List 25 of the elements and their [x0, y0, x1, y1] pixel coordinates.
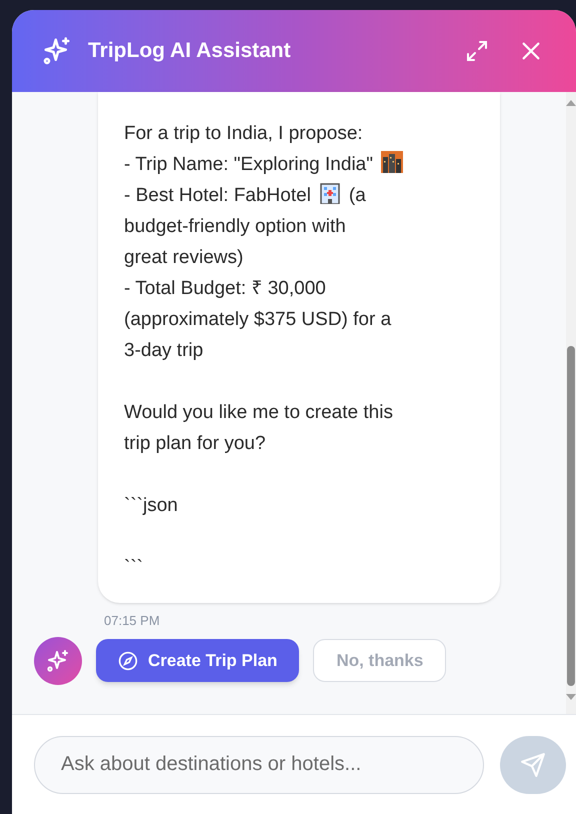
sparkle-icon: [46, 648, 70, 672]
message-text: trip plan for you?: [124, 433, 266, 454]
message-text: - Best Hotel: FabHotel: [124, 185, 311, 206]
message-time: 07:15 PM: [104, 612, 160, 630]
message-text: (a: [348, 185, 366, 206]
message-text: budget-friendly option with: [124, 216, 346, 237]
expand-icon: [465, 39, 489, 63]
message-text: great reviews): [124, 247, 244, 268]
city-icon: [380, 151, 403, 173]
compass-icon: [118, 650, 138, 670]
message-text: Would you like me to create this: [124, 402, 393, 423]
message-text: - Total Budget: ₹ 30,000: [124, 278, 326, 299]
close-icon: [520, 40, 542, 62]
hotel-icon: [318, 182, 341, 204]
message-text: ```: [124, 557, 143, 578]
message-text: (approximately $375 USD) for a: [124, 309, 392, 330]
sparkle-icon: [42, 36, 72, 66]
send-icon: [520, 752, 546, 778]
message-text: ```json: [124, 495, 178, 516]
window-title: TripLog AI Assistant: [88, 38, 291, 64]
create-trip-plan-button[interactable]: Create Trip Plan: [96, 639, 300, 682]
message-input[interactable]: Ask about destinations or hotels...: [34, 736, 484, 794]
message-text: 3-day trip: [124, 340, 204, 361]
message-text: For a trip to India, I propose:: [124, 123, 363, 144]
message-text: - Trip Name: "Exploring India": [124, 154, 373, 175]
